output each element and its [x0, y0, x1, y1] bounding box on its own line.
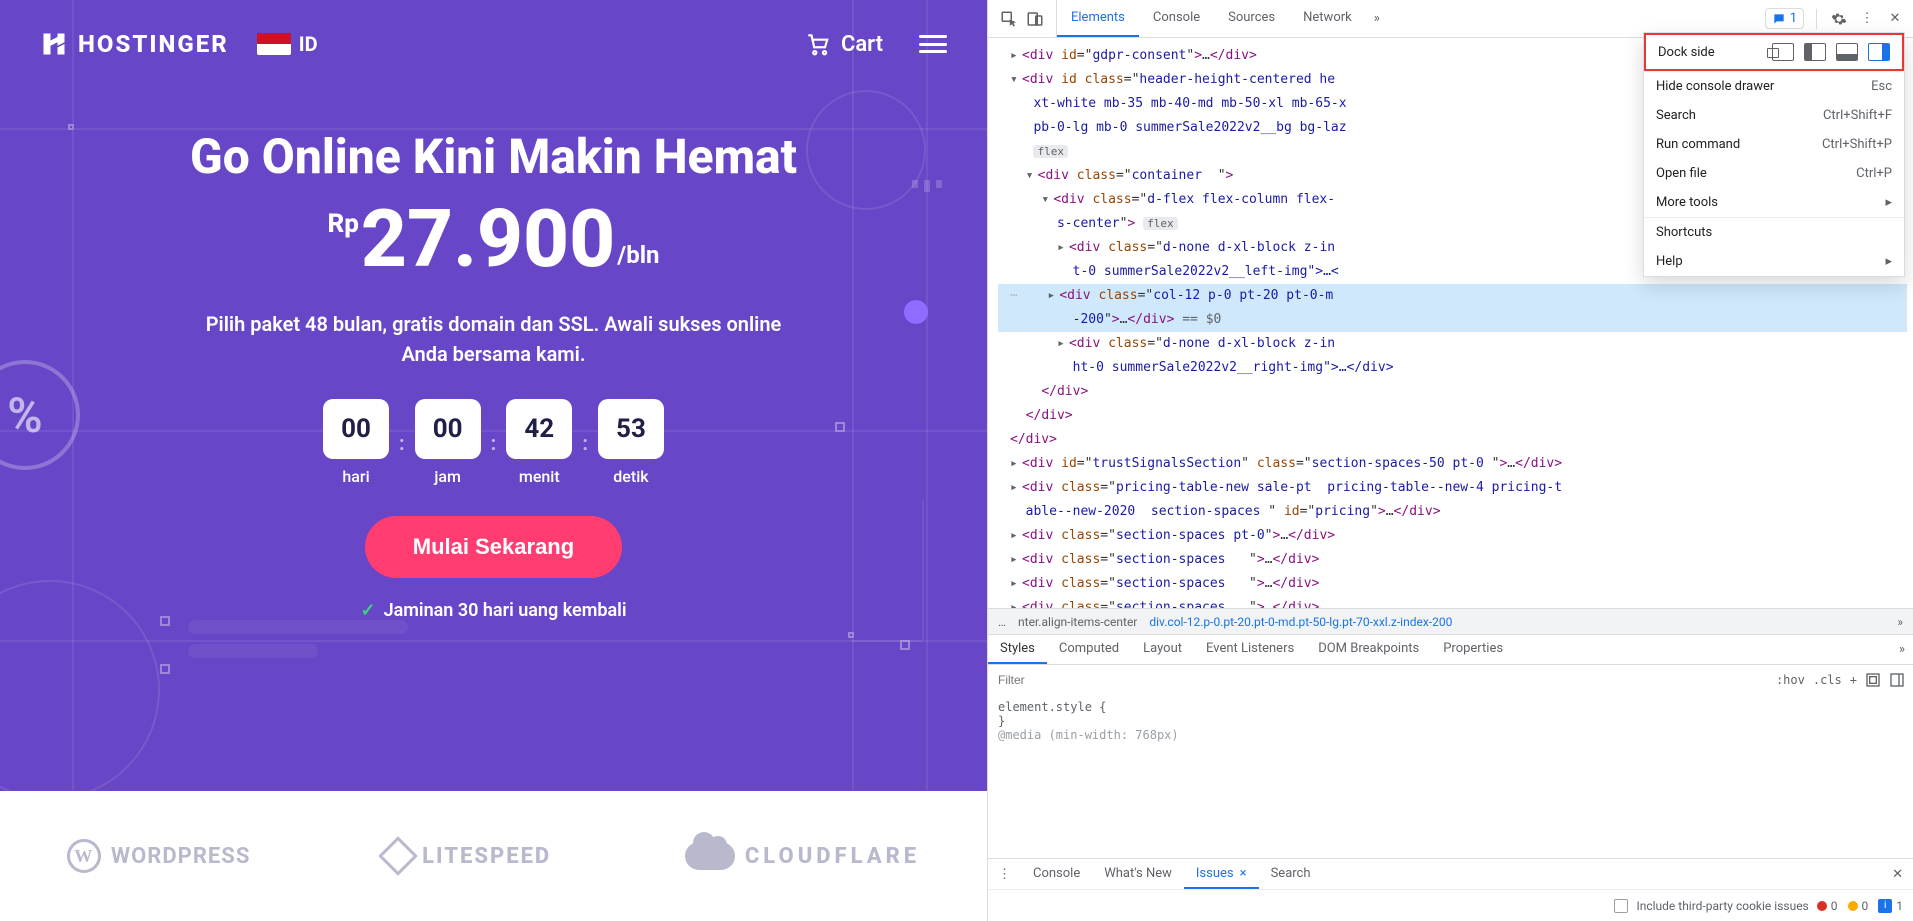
info-count[interactable]: i1 — [1878, 899, 1903, 913]
tab-properties[interactable]: Properties — [1431, 635, 1515, 664]
devtools-close-button[interactable]: ✕ — [1885, 9, 1905, 29]
drawer-close-button[interactable]: ✕ — [1882, 867, 1913, 882]
dock-right[interactable] — [1868, 43, 1890, 61]
styles-filter-input[interactable] — [988, 673, 1776, 687]
logo-litespeed: LITESPEED — [384, 842, 551, 870]
computed-panel-icon[interactable] — [1865, 672, 1881, 688]
price-currency: Rp — [327, 209, 358, 239]
countdown-minutes: 42 — [506, 399, 572, 459]
inspect-icon[interactable] — [1000, 10, 1018, 28]
tab-layout[interactable]: Layout — [1131, 635, 1194, 664]
menu-run-command[interactable]: Run commandCtrl+Shift+P — [1644, 130, 1904, 159]
hero-price: Rp 27.900 /bln — [0, 199, 987, 279]
tab-event-listeners[interactable]: Event Listeners — [1194, 635, 1306, 664]
dock-bottom[interactable] — [1836, 43, 1858, 61]
menu-shortcuts[interactable]: Shortcuts — [1644, 218, 1904, 247]
menu-search[interactable]: SearchCtrl+Shift+F — [1644, 101, 1904, 130]
hov-toggle[interactable]: :hov — [1776, 673, 1805, 687]
drawer-tab-whatsnew[interactable]: What's New — [1092, 859, 1184, 889]
flag-icon — [257, 33, 291, 55]
cart-icon — [805, 31, 831, 57]
dock-left[interactable] — [1804, 43, 1826, 61]
devtools-menu-button[interactable]: ⋮ — [1857, 9, 1877, 29]
tab-dom-breakpoints[interactable]: DOM Breakpoints — [1306, 635, 1431, 664]
selected-dom-node[interactable]: ⋯ ▸<div class="col-12 p-0 pt-20 pt-0-m — [998, 284, 1907, 308]
device-toggle-icon[interactable] — [1026, 10, 1044, 28]
tabs-overflow[interactable]: » — [1366, 11, 1388, 26]
styles-overflow[interactable]: » — [1891, 642, 1913, 657]
dock-separate-window[interactable] — [1772, 43, 1794, 61]
navbar: HOSTINGER ID Cart — [0, 0, 987, 58]
check-icon: ✓ — [360, 600, 375, 621]
styles-tabbar: Styles Computed Layout Event Listeners D… — [988, 634, 1913, 664]
cart-label: Cart — [841, 32, 883, 57]
countdown-seconds: 53 — [598, 399, 664, 459]
hero-title: Go Online Kini Makin Hemat — [0, 128, 987, 185]
devtools-panel: Elements Console Sources Network » 1 ⋮ ✕… — [987, 0, 1913, 921]
gear-icon — [1831, 11, 1847, 27]
include-third-party-label: Include third-party cookie issues — [1636, 899, 1808, 913]
chevron-right-icon: ▸ — [1885, 254, 1892, 269]
countdown-hours: 00 — [415, 399, 481, 459]
cls-toggle[interactable]: .cls — [1813, 673, 1842, 687]
new-rule-button[interactable]: + — [1850, 673, 1857, 687]
menu-hide-console-drawer[interactable]: Hide console drawerEsc — [1644, 72, 1904, 101]
drawer-menu[interactable]: ⋮ — [988, 867, 1021, 882]
countdown-timer: 00hari : 00jam : 42menit : 53detik — [0, 399, 987, 486]
styles-rules[interactable]: element.style { } @media (min-width: 768… — [988, 694, 1913, 754]
settings-button[interactable] — [1829, 9, 1849, 29]
brand-name: HOSTINGER — [78, 30, 229, 58]
dock-side-row: Dock side — [1644, 33, 1904, 69]
tab-elements[interactable]: Elements — [1057, 0, 1139, 37]
trust-logos: W WORDPRESS LITESPEED CLOUDFLARE — [0, 791, 987, 921]
tab-sources[interactable]: Sources — [1214, 0, 1289, 37]
menu-open-file[interactable]: Open fileCtrl+P — [1644, 159, 1904, 188]
countdown-days: 00 — [323, 399, 389, 459]
hero-subtitle: Pilih paket 48 bulan, gratis domain dan … — [0, 309, 987, 369]
issues-icon — [1772, 12, 1786, 26]
hostinger-logo-icon — [40, 30, 68, 58]
menu-button[interactable] — [919, 35, 947, 53]
brand-logo[interactable]: HOSTINGER — [40, 30, 229, 58]
breadcrumb-scroll-right[interactable]: » — [1897, 615, 1903, 629]
country-selector[interactable]: ID — [257, 32, 318, 56]
include-third-party-checkbox[interactable] — [1614, 899, 1628, 913]
styles-filter-row: :hov .cls + — [988, 664, 1913, 694]
menu-more-tools[interactable]: More tools▸ — [1644, 188, 1904, 217]
tab-styles[interactable]: Styles — [988, 635, 1047, 664]
country-code: ID — [299, 32, 318, 56]
toggle-sidebar-icon[interactable] — [1889, 672, 1905, 688]
logo-wordpress: W WORDPRESS — [67, 839, 251, 873]
drawer-tab-search[interactable]: Search — [1259, 859, 1323, 889]
drawer-tab-issues[interactable]: Issues× — [1184, 859, 1259, 889]
wordpress-icon: W — [67, 839, 101, 873]
menu-help[interactable]: Help▸ — [1644, 247, 1904, 276]
errors-count[interactable]: 0 — [1817, 899, 1838, 913]
litespeed-icon — [378, 836, 418, 876]
tab-network[interactable]: Network — [1289, 0, 1366, 37]
cart-button[interactable]: Cart — [805, 31, 883, 57]
close-icon[interactable]: × — [1240, 866, 1247, 881]
tab-console[interactable]: Console — [1139, 0, 1214, 37]
price-period: /bln — [617, 241, 659, 269]
drawer-tab-console[interactable]: Console — [1021, 859, 1092, 889]
devtools-drawer: ⋮ Console What's New Issues× Search ✕ In… — [988, 858, 1913, 921]
logo-cloudflare: CLOUDFLARE — [685, 842, 920, 870]
price-value: 27.900 — [361, 199, 615, 279]
tab-computed[interactable]: Computed — [1047, 635, 1131, 664]
devtools-context-menu: Dock side Hide console drawerEsc SearchC… — [1643, 32, 1905, 277]
dom-breadcrumb[interactable]: … nter.align-items-center div.col-12.p-0… — [988, 608, 1913, 634]
guarantee-text: ✓ Jaminan 30 hari uang kembali — [0, 600, 987, 621]
issues-indicator[interactable]: 1 — [1765, 8, 1804, 29]
warnings-count[interactable]: 0 — [1848, 899, 1869, 913]
hero-section: Go Online Kini Makin Hemat Rp 27.900 /bl… — [0, 58, 987, 621]
chevron-right-icon: ▸ — [1885, 195, 1892, 210]
dock-side-label: Dock side — [1658, 45, 1715, 60]
cta-button[interactable]: Mulai Sekarang — [365, 516, 622, 578]
website-page: % HOSTINGER ID Cart — [0, 0, 987, 921]
cloudflare-icon — [685, 842, 735, 870]
